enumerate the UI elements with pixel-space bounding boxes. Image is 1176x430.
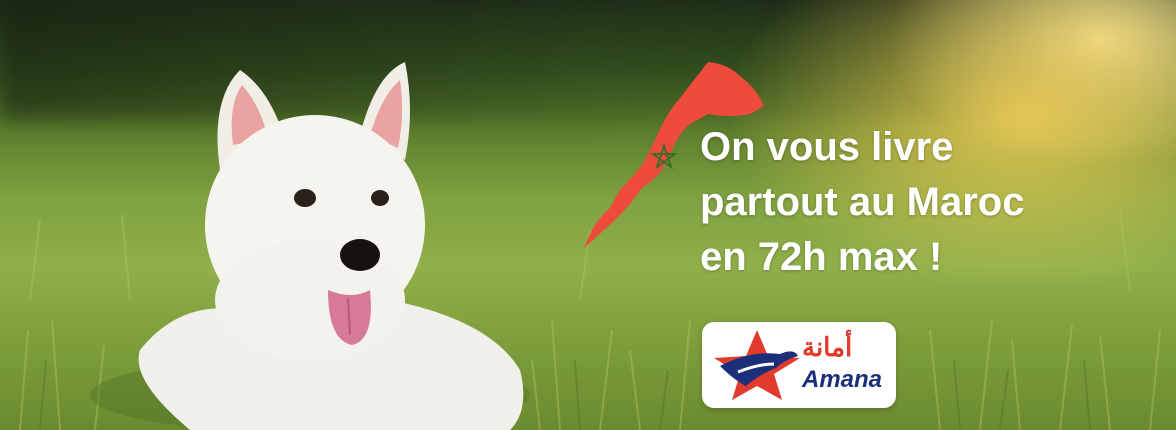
headline-line-1: On vous livre	[700, 125, 954, 169]
headline: On vous livre partout au Maroc en 72h ma…	[700, 120, 1140, 285]
amana-star-horse-icon	[714, 330, 800, 400]
headline-line-2: partout au Maroc	[700, 180, 1025, 224]
delivery-banner: On vous livre partout au Maroc en 72h ma…	[0, 0, 1176, 430]
logo-latin-text: Amana	[802, 366, 883, 393]
dog-photo	[90, 62, 530, 430]
headline-line-3: en 72h max !	[700, 235, 943, 279]
amana-logo: أمانة Amana	[702, 322, 896, 408]
logo-arabic-text: أمانة	[802, 332, 853, 362]
